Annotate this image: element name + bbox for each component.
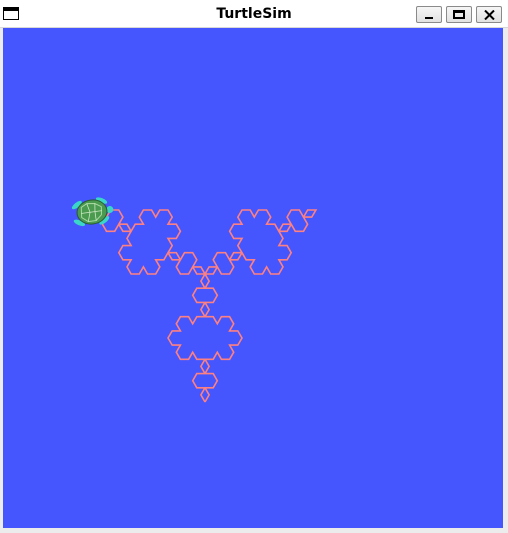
close-icon <box>484 10 495 20</box>
minimize-button[interactable] <box>416 6 442 23</box>
turtle-canvas <box>3 28 503 528</box>
maximize-button[interactable] <box>446 6 472 23</box>
turtlesim-window: TurtleSim <box>0 0 508 533</box>
close-button[interactable] <box>476 6 502 23</box>
drawing-area <box>71 197 318 403</box>
turtle-icon <box>71 197 114 227</box>
pen-trail <box>92 209 318 403</box>
title-bar[interactable]: TurtleSim <box>0 0 508 28</box>
